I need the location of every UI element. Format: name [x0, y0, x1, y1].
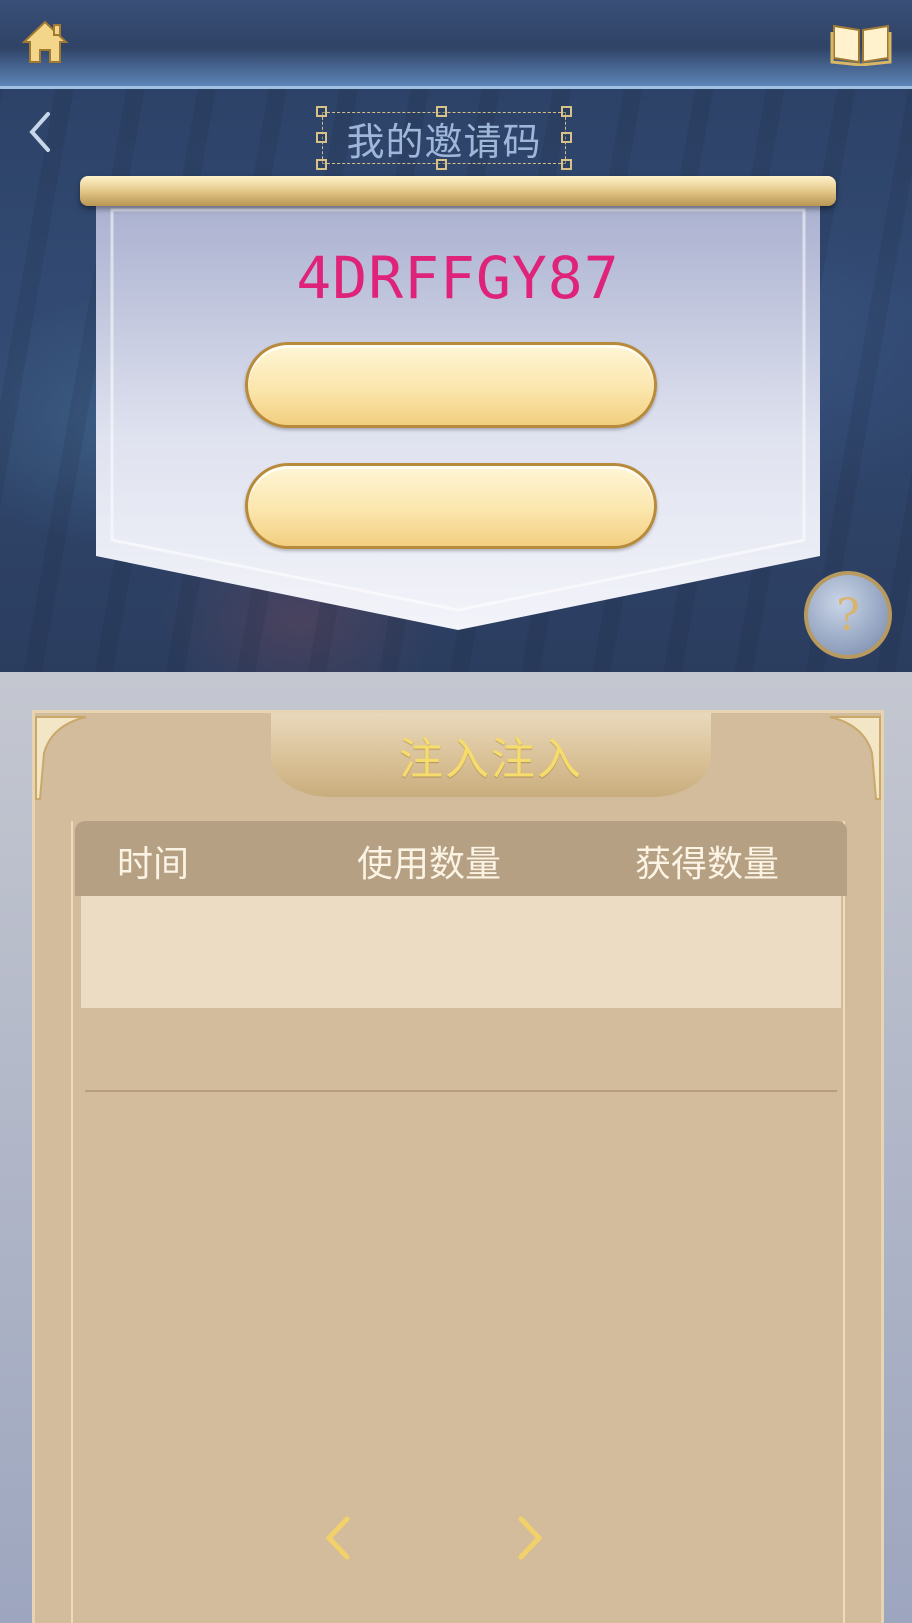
copy-code-button[interactable] [245, 342, 657, 428]
home-icon[interactable] [20, 18, 70, 66]
book-icon[interactable] [830, 18, 892, 66]
top-bar [0, 0, 912, 89]
selection-handle [561, 159, 572, 170]
next-page-icon[interactable] [509, 1513, 549, 1563]
selection-handle [561, 106, 572, 117]
table-row [81, 896, 841, 1008]
column-header-earned: 获得数量 [635, 844, 780, 885]
selection-handle [316, 159, 327, 170]
back-chevron-icon[interactable] [24, 108, 54, 156]
selection-handle [561, 132, 572, 143]
table-divider [85, 1090, 837, 1092]
column-header-used: 使用数量 [357, 844, 502, 885]
banner-rod [80, 176, 836, 206]
corner-ornament-right [829, 716, 881, 800]
invite-code: 4DRFFGY87 [296, 244, 620, 312]
table-header: 时间 使用数量 获得数量 [75, 821, 847, 896]
selection-handle [316, 132, 327, 143]
share-code-button[interactable] [245, 463, 657, 549]
prev-page-icon[interactable] [319, 1513, 359, 1563]
corner-ornament-left [35, 716, 87, 800]
page-title-container: 我的邀请码 [316, 106, 572, 170]
selection-handle [436, 159, 447, 170]
title-selection-outline [322, 112, 566, 164]
column-header-time: 时间 [117, 844, 190, 885]
question-mark-icon: ? [836, 589, 860, 641]
selection-handle [316, 106, 327, 117]
panel-title-tab: 注入注入 [271, 713, 711, 797]
record-panel: 注入注入 时间 使用数量 获得数量 [32, 710, 884, 1623]
selection-handle [436, 106, 447, 117]
panel-title: 注入注入 [399, 734, 583, 785]
help-button[interactable]: ? [804, 571, 892, 659]
